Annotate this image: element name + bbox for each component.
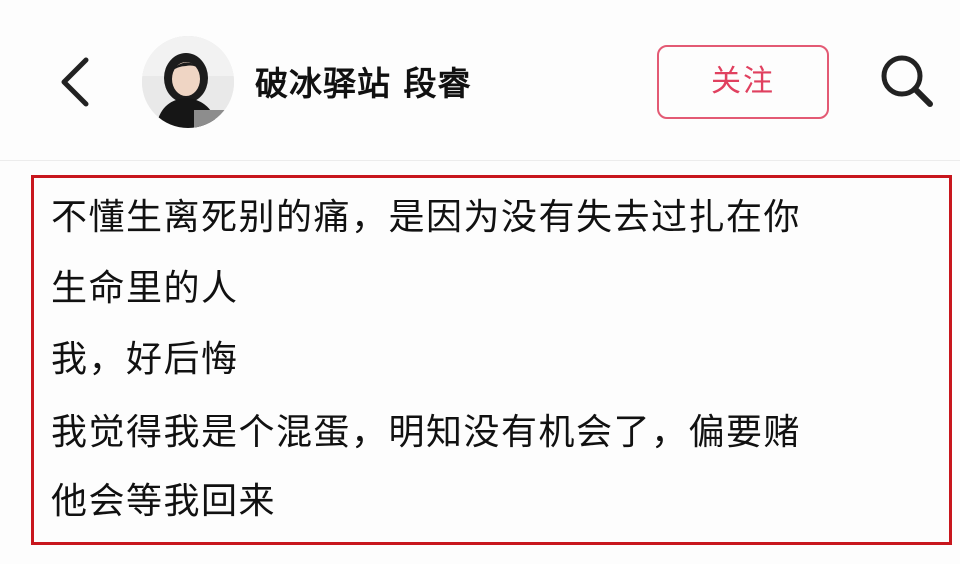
post-line: 他会等我回来 — [51, 481, 277, 522]
post-line: 我，好后悔 — [51, 339, 239, 380]
follow-button[interactable]: 关注 — [657, 45, 829, 119]
post-content-highlight: 不懂生离死别的痛，是因为没有失去过扎在你 生命里的人 我，好后悔 我觉得我是个混… — [31, 175, 952, 545]
search-icon — [881, 55, 933, 107]
post-screen: 破冰驿站 段睿 关注 不懂生离死别的痛，是因为没有失去过扎在你 生命里的人 我，… — [0, 0, 960, 564]
chevron-left-icon — [61, 57, 89, 107]
search-button[interactable] — [876, 50, 938, 112]
username[interactable]: 破冰驿站 段睿 — [255, 62, 472, 106]
avatar[interactable] — [142, 36, 234, 128]
post-line: 不懂生离死别的痛，是因为没有失去过扎在你 — [51, 197, 802, 238]
avatar-image — [142, 36, 234, 128]
profile-header: 破冰驿站 段睿 关注 — [0, 0, 960, 161]
post-line: 我觉得我是个混蛋，明知没有机会了，偏要赌 — [51, 412, 802, 453]
back-button[interactable] — [54, 56, 98, 108]
post-line: 生命里的人 — [51, 268, 239, 309]
